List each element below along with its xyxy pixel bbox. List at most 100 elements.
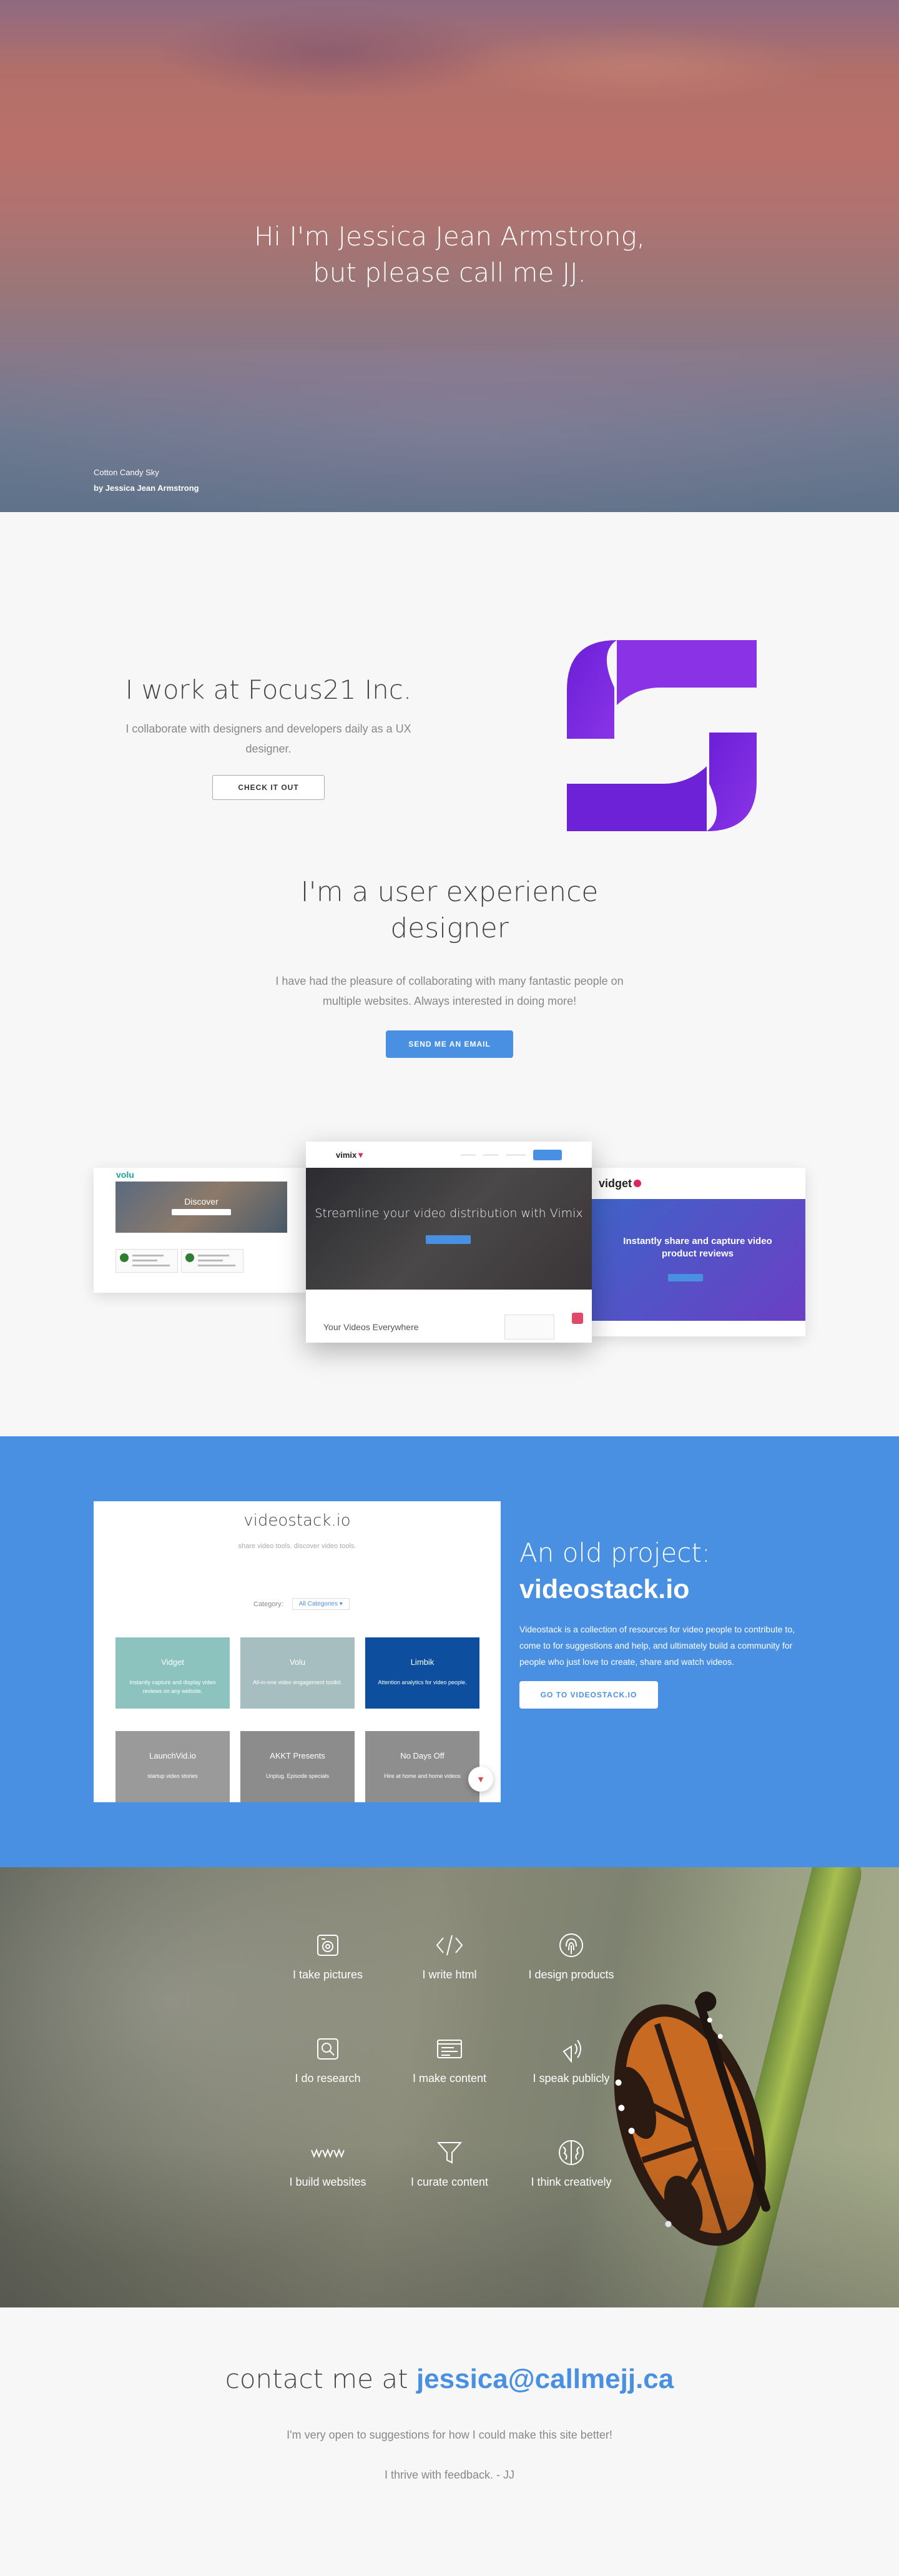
skill-label: I write html — [422, 1968, 477, 1981]
volu-line — [198, 1265, 235, 1266]
volu-logo: volu — [116, 1170, 134, 1180]
tile-desc: Attention analytics for video people. — [378, 1679, 467, 1685]
vimix-link: ——— — [483, 1152, 499, 1158]
research-icon — [265, 2033, 390, 2065]
volu-line — [132, 1265, 170, 1266]
go-to-videostack-button[interactable]: GO TO VIDEOSTACK.IO — [519, 1681, 658, 1709]
focus21-section: I work at Focus21 Inc. I collaborate wit… — [0, 512, 899, 874]
vidget-logo-dot — [634, 1180, 642, 1187]
check-it-out-button[interactable]: CHECK IT OUT — [212, 775, 325, 800]
vimix-hero-title: Streamline your video distribution with … — [315, 1207, 583, 1220]
skill-label: I speak publicly — [533, 2072, 610, 2085]
skill-label: I design products — [528, 1968, 614, 1981]
tile-desc: All-in-one video engagement toolkit. — [252, 1679, 343, 1685]
volu-search-bar — [172, 1209, 231, 1215]
photo-author: by Jessica Jean Armstrong — [94, 483, 199, 493]
vimix-hero-button — [426, 1235, 471, 1244]
skill-item: I design products — [509, 1930, 634, 1981]
volu-line — [132, 1260, 157, 1261]
vidget-hero-button — [668, 1274, 703, 1281]
vimix-preview — [504, 1315, 554, 1340]
category-select: All Categories ▾ — [292, 1598, 350, 1610]
skill-label: I curate content — [410, 2176, 489, 2188]
vimix-logo-mark: ▼ — [356, 1150, 365, 1160]
tile-desc: Unplug. Episode specials — [265, 1773, 330, 1779]
tile-name: LaunchVid.io — [149, 1751, 196, 1760]
contact-line1: I'm very open to suggestions for how I c… — [287, 2429, 612, 2441]
contact-section: contact me at jessica@callmejj.ca I'm ve… — [0, 2307, 899, 2514]
volu-card — [115, 1249, 178, 1273]
skill-label: I make content — [412, 2072, 487, 2085]
volu-line — [198, 1255, 229, 1256]
contact-heading: contact me at jessica@callmejj.ca — [0, 2364, 899, 2395]
focus21-logo-icon — [567, 640, 757, 831]
ux-body: I have had the pleasure of collaborating… — [275, 975, 624, 1007]
videostack-category: Category: All Categories ▾ — [253, 1598, 350, 1610]
volu-card — [181, 1249, 243, 1273]
volu-avatar — [185, 1253, 194, 1262]
videostack-tile: AKKT Presents Unplug. Episode specials — [240, 1731, 355, 1802]
tile-name: Vidget — [161, 1657, 184, 1667]
photo-title: Cotton Candy Sky — [94, 468, 159, 477]
skills-section: I take pictures I write html I design prod… — [0, 1867, 899, 2307]
videostack-tile: Limbik Attention analytics for video peop… — [365, 1637, 479, 1709]
videostack-tile: Vidget Instantly capture and display vide… — [115, 1637, 230, 1709]
vimix-hero: Streamline your video distribution with … — [306, 1168, 592, 1290]
skill-item: I do research — [265, 2033, 390, 2085]
skill-item: I think creatively — [509, 2137, 634, 2189]
ux-heading: I'm a user experience designer — [0, 874, 899, 947]
focus21-heading: I work at Focus21 Inc. — [125, 674, 412, 705]
tile-name: AKKT Presents — [270, 1751, 325, 1760]
vimix-cta — [533, 1149, 562, 1160]
volu-screenshot: volu Discover — [94, 1168, 309, 1293]
ux-heading-line2: designer — [390, 912, 509, 944]
hero-section: Hi I'm Jessica Jean Armstrong, but pleas… — [0, 0, 899, 512]
funnel-icon — [387, 2137, 512, 2168]
vimix-logo: vimix▼ — [336, 1150, 365, 1160]
tile-desc: Hire at home and home videos — [384, 1773, 461, 1779]
brain-icon — [509, 2137, 634, 2168]
contact-prefix: contact me at — [225, 2364, 408, 2394]
vimix-nav: vimix▼ ——— ——— ———— — [306, 1142, 592, 1168]
skill-item: I make content — [387, 2033, 512, 2085]
www-icon — [265, 2137, 390, 2168]
vidget-hero: Instantly share and capture video produc… — [590, 1199, 805, 1321]
focus21-body: I collaborate with designers and develop… — [125, 723, 411, 755]
contact-line2: I thrive with feedback. - JJ — [384, 2469, 515, 2481]
sky-haze — [450, 25, 824, 106]
volu-line — [132, 1255, 164, 1256]
videostack-tile: No Days Off Hire at home and home videos — [365, 1731, 479, 1802]
camera-icon — [265, 1930, 390, 1961]
volu-avatar — [120, 1253, 129, 1262]
volu-nav: volu — [94, 1168, 309, 1182]
volu-hero-title: Discover — [184, 1197, 219, 1207]
vidget-screenshot: vidget Instantly share and capture video… — [590, 1168, 805, 1336]
old-project-heading: An old project: — [519, 1537, 710, 1568]
skill-item: I curate content — [387, 2137, 512, 2189]
ux-heading-line1: I'm a user experience — [300, 876, 599, 908]
contact-email-link[interactable]: jessica@callmejj.ca — [416, 2364, 674, 2394]
content-icon — [387, 2033, 512, 2065]
photo-credit: Cotton Candy Sky by Jessica Jean Armstro… — [94, 465, 199, 496]
videostack-fab-icon: ▼ — [468, 1767, 493, 1792]
videostack-subtitle: share video tools. discover video tools. — [238, 1542, 356, 1550]
videostack-screenshot: videostack.io share video tools. discove… — [94, 1501, 501, 1802]
tile-desc: Instantly capture and display video revi… — [129, 1679, 216, 1694]
old-project-text: An old project: videostack.io Videostack… — [519, 1535, 800, 1709]
vidget-nav: vidget — [590, 1168, 805, 1199]
hero-title-line2: but please call me JJ. — [313, 257, 586, 288]
skill-item: I speak publicly — [509, 2033, 634, 2085]
skill-item: I build websites — [265, 2137, 390, 2189]
focus21-text: I work at Focus21 Inc. I collaborate wit… — [94, 674, 443, 800]
skill-label: I take pictures — [292, 1968, 363, 1981]
vimix-screenshot: vimix▼ ——— ——— ———— Streamline your vide… — [306, 1142, 592, 1343]
vimix-footer: Your Videos Everywhere — [306, 1290, 592, 1343]
videostack-tile: Volu All-in-one video engagement toolkit. — [240, 1637, 355, 1709]
volu-hero: Discover — [115, 1182, 287, 1233]
videostack-tile: LaunchVid.io startup video stories — [115, 1731, 230, 1802]
hero-title: Hi I'm Jessica Jean Armstrong, but pleas… — [0, 219, 899, 291]
ux-section: I'm a user experience designer I have ha… — [0, 874, 899, 1436]
hero-title-line1: Hi I'm Jessica Jean Armstrong, — [253, 221, 646, 252]
vidget-hero-title: Instantly share and capture video produc… — [623, 1236, 772, 1259]
send-email-button[interactable]: SEND ME AN EMAIL — [386, 1030, 513, 1058]
